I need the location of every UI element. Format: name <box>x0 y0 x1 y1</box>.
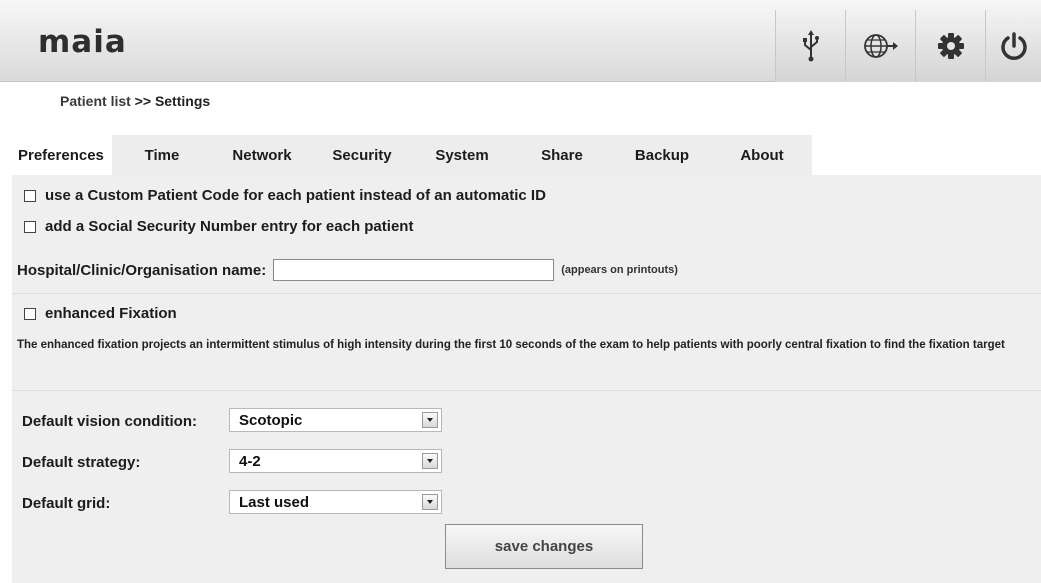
vision-condition-label: Default vision condition: <box>22 413 197 430</box>
custom-code-option: use a Custom Patient Code for each patie… <box>12 187 546 204</box>
ssn-label: add a Social Security Number entry for e… <box>45 218 414 235</box>
breadcrumb: Patient list >> Settings <box>60 93 210 109</box>
divider <box>12 390 1041 391</box>
org-name-row: Hospital/Clinic/Organisation name: (appe… <box>12 259 678 281</box>
grid-select[interactable]: Last used <box>229 490 442 514</box>
tab-time[interactable]: Time <box>112 135 212 175</box>
chevron-down-icon <box>422 412 438 428</box>
app-header: maia <box>0 0 1041 82</box>
custom-code-checkbox[interactable] <box>24 189 36 202</box>
tab-about[interactable]: About <box>712 135 812 175</box>
grid-label: Default grid: <box>22 495 111 512</box>
vision-condition-select[interactable]: Scotopic <box>229 408 442 432</box>
strategy-value: 4-2 <box>239 452 261 470</box>
grid-value: Last used <box>239 493 310 511</box>
breadcrumb-separator: >> <box>130 93 155 109</box>
app-logo: maia <box>38 24 127 60</box>
fixation-checkbox[interactable] <box>24 307 36 320</box>
usb-button[interactable] <box>775 10 845 82</box>
strategy-select[interactable]: 4-2 <box>229 449 442 473</box>
divider <box>12 293 1041 294</box>
chevron-down-icon <box>422 453 438 469</box>
tab-network[interactable]: Network <box>212 135 312 175</box>
gear-icon <box>937 33 964 59</box>
settings-button[interactable] <box>915 10 985 82</box>
power-button[interactable] <box>985 10 1041 82</box>
fixation-description: The enhanced fixation projects an interm… <box>17 339 1005 351</box>
chevron-down-icon <box>422 494 438 510</box>
network-globe-icon <box>863 34 898 58</box>
tab-preferences[interactable]: Preferences <box>12 135 112 175</box>
save-changes-button[interactable]: save changes <box>445 524 643 569</box>
usb-icon <box>802 30 819 62</box>
strategy-label: Default strategy: <box>22 454 141 471</box>
power-icon <box>1000 32 1027 60</box>
tab-backup[interactable]: Backup <box>612 135 712 175</box>
vision-condition-value: Scotopic <box>239 411 303 429</box>
tab-system[interactable]: System <box>412 135 512 175</box>
custom-code-label: use a Custom Patient Code for each patie… <box>45 187 546 204</box>
network-button[interactable] <box>845 10 915 82</box>
fixation-option: enhanced Fixation <box>12 305 177 322</box>
preferences-panel: use a Custom Patient Code for each patie… <box>12 175 1041 583</box>
fixation-label: enhanced Fixation <box>45 305 177 322</box>
org-name-label: Hospital/Clinic/Organisation name: <box>17 261 267 279</box>
ssn-option: add a Social Security Number entry for e… <box>12 218 413 235</box>
tab-share[interactable]: Share <box>512 135 612 175</box>
breadcrumb-patient-list-link[interactable]: Patient list <box>60 93 131 109</box>
org-name-input[interactable] <box>273 259 555 281</box>
ssn-checkbox[interactable] <box>24 220 36 233</box>
org-name-hint: (appears on printouts) <box>561 264 678 276</box>
breadcrumb-current: Settings <box>154 93 211 109</box>
tab-security[interactable]: Security <box>312 135 412 175</box>
